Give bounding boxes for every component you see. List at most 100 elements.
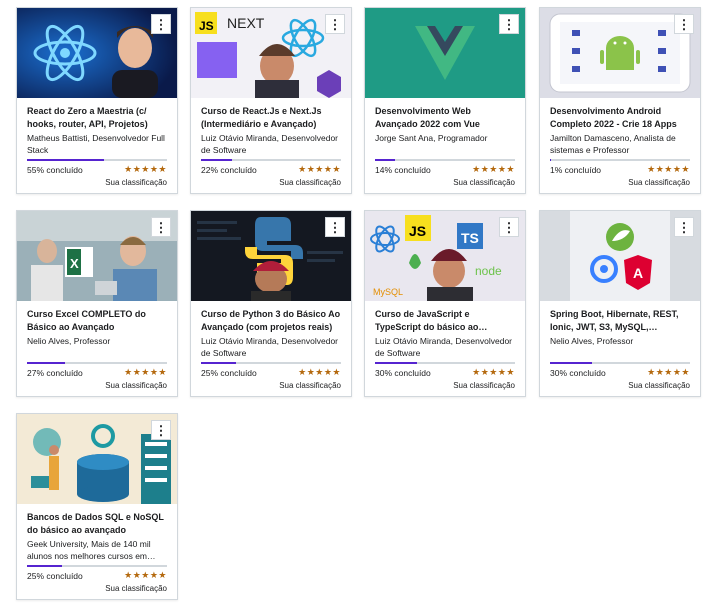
course-card[interactable]: ⋮ React do Zero a Maestria (c/ hooks, ro… xyxy=(16,7,178,194)
course-title[interactable]: Desenvolvimento Android Completo 2022 - … xyxy=(550,105,690,131)
course-instructor: Jorge Sant Ana, Programador xyxy=(375,133,488,143)
svg-text:NEXT: NEXT xyxy=(227,15,265,31)
course-card[interactable]: ⋮ Curso de Python 3 do Básico Ao Avançad… xyxy=(190,210,352,397)
progress-bar-fill xyxy=(375,362,417,364)
rating-stars[interactable]: ★★★★★ xyxy=(124,164,167,175)
more-options-button[interactable]: ⋮ xyxy=(325,14,345,34)
course-thumbnail[interactable]: X ⋮ xyxy=(17,211,177,301)
course-instructor: Nelio Alves, Professor xyxy=(550,336,634,346)
course-instructor: Matheus Battisti, Desenvolvedor Full Sta… xyxy=(27,133,165,155)
course-thumbnail[interactable]: ⋮ xyxy=(17,8,177,98)
more-options-button[interactable]: ⋮ xyxy=(499,14,519,34)
your-rating-link[interactable]: Sua classificação xyxy=(201,178,341,187)
course-thumbnail[interactable]: ⋮ xyxy=(540,8,700,98)
course-title[interactable]: Bancos de Dados SQL e NoSQL do básico ao… xyxy=(27,511,167,537)
progress-bar xyxy=(27,362,167,364)
progress-bar xyxy=(375,159,515,161)
progress-label: 1% concluído xyxy=(550,164,602,175)
course-card[interactable]: X ⋮ Curso Excel COMPLETO do Básico ao Av… xyxy=(16,210,178,397)
course-card[interactable]: ⋮ Desenvolvimento Web Avançado 2022 com … xyxy=(364,7,526,194)
svg-text:JS: JS xyxy=(409,223,426,239)
course-thumbnail[interactable]: ⋮ xyxy=(191,211,351,301)
progress-label: 25% concluído xyxy=(201,367,257,378)
progress-label: 30% concluído xyxy=(550,367,606,378)
more-options-button[interactable]: ⋮ xyxy=(674,217,694,237)
more-options-button[interactable]: ⋮ xyxy=(151,217,171,237)
course-instructor: Jamilton Damasceno, Analista de sistemas… xyxy=(550,133,676,155)
your-rating-link[interactable]: Sua classificação xyxy=(27,584,167,593)
course-title[interactable]: Curso de React.Js e Next.Js (Intermediár… xyxy=(201,105,341,131)
progress-bar-fill xyxy=(27,565,62,567)
course-instructor: Luiz Otávio Miranda, Desenvolvedor de So… xyxy=(201,133,339,155)
svg-text:X: X xyxy=(70,256,79,271)
course-title[interactable]: Desenvolvimento Web Avançado 2022 com Vu… xyxy=(375,105,515,131)
your-rating-link[interactable]: Sua classificação xyxy=(550,381,690,390)
more-vertical-icon: ⋮ xyxy=(677,219,691,235)
svg-text:MySQL: MySQL xyxy=(373,287,403,297)
course-card[interactable]: JS TS node MySQL ⋮ Curso de JavaScript e… xyxy=(364,210,526,397)
course-instructor: Luiz Otávio Miranda, Desenvolvedor de So… xyxy=(201,336,339,358)
rating-stars[interactable]: ★★★★★ xyxy=(472,164,515,175)
course-thumbnail[interactable]: ⋮ xyxy=(365,8,525,98)
course-title[interactable]: React do Zero a Maestria (c/ hooks, rout… xyxy=(27,105,167,131)
course-title[interactable]: Curso de JavaScript e TypeScript do bási… xyxy=(375,308,515,334)
course-title[interactable]: Curso Excel COMPLETO do Básico ao Avança… xyxy=(27,308,167,334)
course-card[interactable]: A ⋮ Spring Boot, Hibernate, REST, Ionic,… xyxy=(539,210,701,397)
progress-label: 55% concluído xyxy=(27,164,83,175)
your-rating-link[interactable]: Sua classificação xyxy=(375,178,515,187)
your-rating-link[interactable]: Sua classificação xyxy=(27,381,167,390)
progress-bar xyxy=(27,565,167,567)
more-options-button[interactable]: ⋮ xyxy=(151,420,171,440)
more-options-button[interactable]: ⋮ xyxy=(325,217,345,237)
course-thumbnail[interactable]: ⋮ xyxy=(17,414,177,504)
rating-stars[interactable]: ★★★★★ xyxy=(298,164,341,175)
rating-stars[interactable]: ★★★★★ xyxy=(124,570,167,581)
course-card[interactable]: ⋮ Bancos de Dados SQL e NoSQL do básico … xyxy=(16,413,178,600)
more-vertical-icon: ⋮ xyxy=(154,422,168,438)
more-options-button[interactable]: ⋮ xyxy=(151,14,171,34)
course-title[interactable]: Curso de Python 3 do Básico Ao Avançado … xyxy=(201,308,341,334)
progress-bar xyxy=(201,159,341,161)
progress-bar-fill xyxy=(27,362,65,364)
course-card[interactable]: JS NEXT ⋮ Curso de React.Js e Next.Js (I… xyxy=(190,7,352,194)
progress-bar-fill xyxy=(550,159,552,161)
course-card[interactable]: ⋮ Desenvolvimento Android Completo 2022 … xyxy=(539,7,701,194)
course-thumbnail[interactable]: A ⋮ xyxy=(540,211,700,301)
progress-label: 27% concluído xyxy=(27,367,83,378)
your-rating-link[interactable]: Sua classificação xyxy=(550,178,690,187)
progress-bar xyxy=(201,362,341,364)
course-thumbnail[interactable]: JS TS node MySQL ⋮ xyxy=(365,211,525,301)
svg-text:A: A xyxy=(633,265,643,281)
svg-text:node: node xyxy=(475,264,502,278)
progress-bar-fill xyxy=(550,362,592,364)
more-vertical-icon: ⋮ xyxy=(328,16,342,32)
course-title[interactable]: Spring Boot, Hibernate, REST, Ionic, JWT… xyxy=(550,308,690,334)
progress-label: 14% concluído xyxy=(375,164,431,175)
more-vertical-icon: ⋮ xyxy=(677,16,691,32)
your-rating-link[interactable]: Sua classificação xyxy=(375,381,515,390)
rating-stars[interactable]: ★★★★★ xyxy=(472,367,515,378)
your-rating-link[interactable]: Sua classificação xyxy=(201,381,341,390)
progress-bar xyxy=(550,159,690,161)
more-vertical-icon: ⋮ xyxy=(502,16,516,32)
course-thumbnail[interactable]: JS NEXT ⋮ xyxy=(191,8,351,98)
more-options-button[interactable]: ⋮ xyxy=(674,14,694,34)
svg-text:JS: JS xyxy=(199,19,214,33)
progress-bar-fill xyxy=(375,159,395,161)
more-options-button[interactable]: ⋮ xyxy=(499,217,519,237)
progress-label: 22% concluído xyxy=(201,164,257,175)
progress-label: 30% concluído xyxy=(375,367,431,378)
svg-text:TS: TS xyxy=(461,230,479,246)
more-vertical-icon: ⋮ xyxy=(502,219,516,235)
rating-stars[interactable]: ★★★★★ xyxy=(298,367,341,378)
your-rating-link[interactable]: Sua classificação xyxy=(27,178,167,187)
progress-bar xyxy=(27,159,167,161)
progress-bar xyxy=(375,362,515,364)
rating-stars[interactable]: ★★★★★ xyxy=(647,367,690,378)
progress-bar-fill xyxy=(201,159,232,161)
more-vertical-icon: ⋮ xyxy=(154,219,168,235)
rating-stars[interactable]: ★★★★★ xyxy=(124,367,167,378)
course-instructor: Nelio Alves, Professor xyxy=(27,336,111,346)
progress-bar-fill xyxy=(27,159,104,161)
rating-stars[interactable]: ★★★★★ xyxy=(647,164,690,175)
